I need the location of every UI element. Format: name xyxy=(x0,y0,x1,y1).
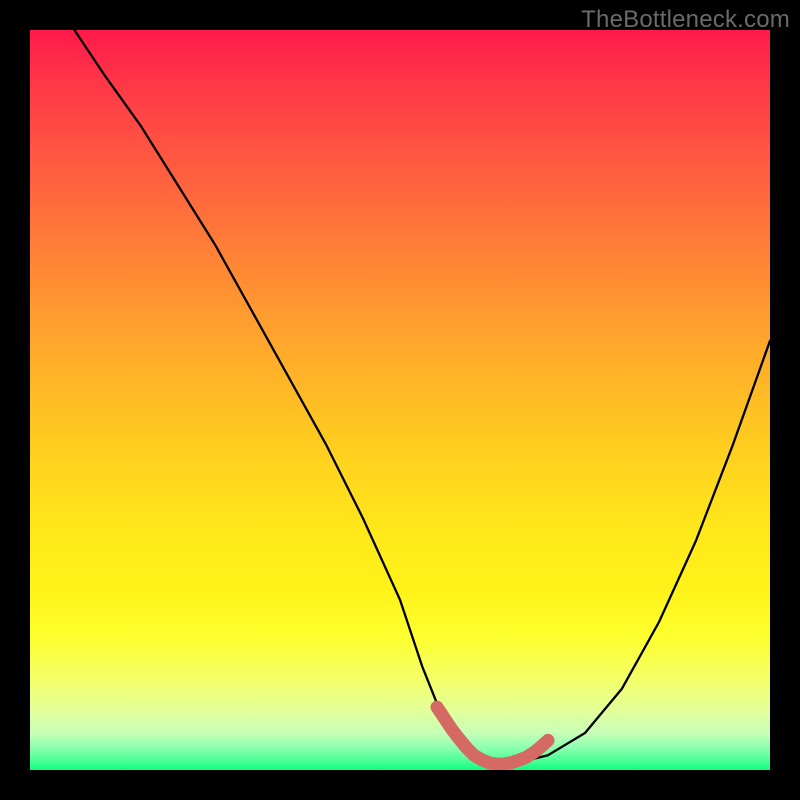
chart-frame: TheBottleneck.com xyxy=(0,0,800,800)
watermark-text: TheBottleneck.com xyxy=(581,6,790,34)
highlight-segment xyxy=(437,707,548,764)
plot-area xyxy=(30,30,770,770)
chart-svg xyxy=(30,30,770,770)
curve-line xyxy=(74,30,770,763)
